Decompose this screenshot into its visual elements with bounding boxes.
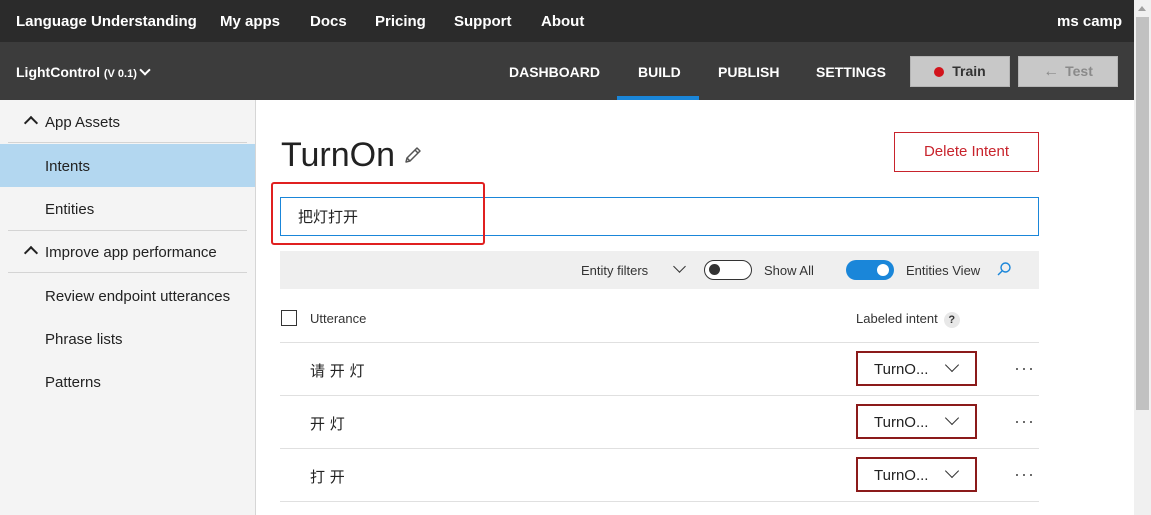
sidebar-item-phrase-lists[interactable]: Phrase lists	[0, 317, 255, 360]
chevron-down-icon	[944, 463, 960, 479]
select-all-checkbox[interactable]	[281, 310, 297, 326]
scrollbar-thumb[interactable]	[1136, 17, 1149, 410]
show-all-label: Show All	[764, 263, 814, 278]
utterance-text[interactable]: 打 开	[310, 466, 345, 487]
column-header-labeled-intent: Labeled intent?	[856, 311, 960, 328]
row-divider	[280, 395, 1039, 396]
sidebar-item-label: Phrase lists	[45, 331, 123, 348]
sidebar-section-improve[interactable]: Improve app performance	[8, 230, 247, 273]
row-divider	[280, 501, 1039, 502]
entities-view-label: Entities View	[906, 263, 981, 278]
sidebar-item-review-endpoint[interactable]: Review endpoint utterances	[0, 274, 255, 317]
sidebar-item-entities[interactable]: Entities	[0, 187, 255, 230]
sidebar-section-label: App Assets	[45, 114, 121, 131]
more-options-icon[interactable]: ···	[1014, 464, 1035, 485]
sidebar: App Assets Intents Entities Improve app …	[0, 100, 256, 515]
arrow-left-icon: ←	[1043, 63, 1060, 80]
sidebar-item-intents[interactable]: Intents	[0, 144, 255, 187]
intent-dropdown-value: TurnO...	[874, 414, 929, 431]
entity-filters-dropdown[interactable]: Entity filters	[581, 263, 648, 278]
sidebar-item-label: Entities	[45, 201, 95, 218]
nav-about[interactable]: About	[541, 13, 584, 30]
tab-build[interactable]: BUILD	[638, 64, 681, 80]
utterance-text[interactable]: 开 灯	[310, 413, 345, 434]
app-version: (V 0.1)	[103, 68, 137, 80]
train-button[interactable]: Train	[910, 56, 1010, 87]
sidebar-item-label: Review endpoint utterances	[45, 288, 231, 305]
sidebar-item-label: Patterns	[45, 374, 101, 391]
tab-settings[interactable]: SETTINGS	[816, 64, 886, 80]
chevron-up-icon	[23, 245, 39, 261]
help-icon[interactable]: ?	[943, 312, 960, 328]
more-options-icon[interactable]: ···	[1014, 358, 1035, 379]
intent-dropdown-value: TurnO...	[874, 467, 929, 484]
chevron-up-icon	[23, 115, 39, 131]
column-header-utterance: Utterance	[310, 311, 367, 326]
tab-dashboard[interactable]: DASHBOARD	[509, 64, 600, 80]
nav-pricing[interactable]: Pricing	[375, 13, 426, 30]
show-all-toggle[interactable]	[704, 260, 752, 280]
train-label: Train	[952, 63, 986, 79]
brand-link[interactable]: Language Understanding	[16, 13, 197, 30]
utterance-input[interactable]	[280, 197, 1039, 236]
scroll-up-arrow-icon[interactable]	[1138, 6, 1146, 11]
nav-docs[interactable]: Docs	[310, 13, 347, 30]
filter-bar: Entity filters Show All Entities View	[280, 251, 1039, 289]
chevron-down-icon	[139, 64, 151, 76]
app-selector[interactable]: LightControl (V 0.1)	[16, 64, 151, 80]
row-divider	[280, 342, 1039, 343]
column-header-label: Labeled intent	[856, 311, 938, 326]
intent-dropdown[interactable]: TurnO...	[856, 457, 977, 492]
top-nav: Language Understanding My apps Docs Pric…	[0, 0, 1134, 42]
test-label: Test	[1065, 63, 1093, 79]
app-name: LightControl	[16, 64, 100, 80]
sidebar-item-label: Intents	[45, 158, 91, 175]
chevron-down-icon	[944, 410, 960, 426]
sidebar-section-label: Improve app performance	[45, 244, 217, 261]
entities-view-toggle[interactable]	[846, 260, 894, 280]
tab-publish[interactable]: PUBLISH	[718, 64, 779, 80]
chevron-down-icon	[944, 357, 960, 373]
intent-dropdown-value: TurnO...	[874, 361, 929, 378]
nav-my-apps[interactable]: My apps	[220, 13, 280, 30]
nav-support[interactable]: Support	[454, 13, 512, 30]
pencil-icon[interactable]	[402, 144, 424, 166]
sidebar-section-app-assets[interactable]: App Assets	[8, 100, 247, 143]
search-icon[interactable]	[996, 261, 1012, 277]
intent-dropdown[interactable]: TurnO...	[856, 404, 977, 439]
row-divider	[280, 448, 1039, 449]
page-title: TurnOn	[281, 136, 396, 174]
test-button[interactable]: ← Test	[1018, 56, 1118, 87]
more-options-icon[interactable]: ···	[1014, 411, 1035, 432]
delete-intent-button[interactable]: Delete Intent	[894, 132, 1039, 172]
toggle-knob	[877, 264, 889, 276]
sidebar-item-patterns[interactable]: Patterns	[0, 360, 255, 403]
active-tab-indicator	[617, 96, 699, 100]
intent-dropdown[interactable]: TurnO...	[856, 351, 977, 386]
user-menu[interactable]: ms camp	[1057, 13, 1122, 30]
status-dot-icon	[934, 67, 945, 77]
utterance-text[interactable]: 请 开 灯	[310, 360, 365, 381]
toggle-knob	[709, 264, 720, 275]
chevron-down-icon[interactable]	[673, 260, 686, 273]
